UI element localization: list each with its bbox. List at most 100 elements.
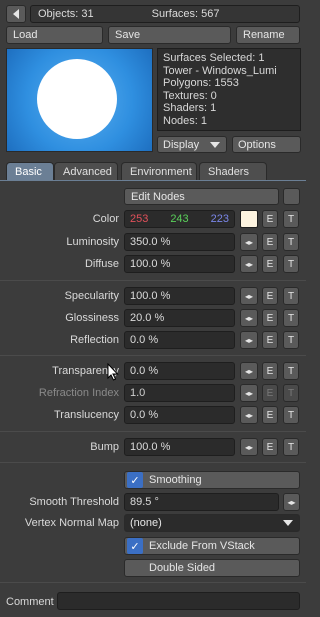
color-field[interactable]: 253 243 223 xyxy=(124,210,235,228)
translucency-texture-button[interactable]: T xyxy=(283,406,299,424)
collapse-button[interactable] xyxy=(6,5,26,23)
smooth-threshold-slider[interactable]: ◂▸ xyxy=(283,493,300,511)
luminosity-field[interactable]: 350.0 % xyxy=(124,233,235,251)
rename-button[interactable]: Rename xyxy=(236,26,300,44)
options-button[interactable]: Options xyxy=(232,136,301,153)
specularity-field[interactable]: 100.0 % xyxy=(124,287,235,305)
e-label: E xyxy=(266,290,274,302)
tab-basic[interactable]: Basic xyxy=(6,162,54,180)
chevron-down-icon xyxy=(210,141,220,148)
smooth-threshold-field[interactable]: 89.5 ° xyxy=(124,493,279,511)
reflection-slider-button[interactable]: ◂▸ xyxy=(240,331,258,349)
divider xyxy=(0,355,306,356)
surface-preview[interactable] xyxy=(6,48,153,152)
glossiness-envelope-button[interactable]: E xyxy=(262,309,278,327)
tab-advanced[interactable]: Advanced xyxy=(54,162,118,180)
smoothing-checkbox[interactable]: ✓ Smoothing xyxy=(124,471,300,489)
e-label: E xyxy=(266,441,274,453)
refraction-slider-button[interactable]: ◂▸ xyxy=(240,384,258,402)
t-label: T xyxy=(287,409,295,421)
tab-label: Environment xyxy=(130,165,192,178)
diffuse-value: 100.0 % xyxy=(130,258,171,270)
t-label: T xyxy=(287,387,295,399)
t-label: T xyxy=(287,441,295,453)
diffuse-label: Diffuse xyxy=(84,258,119,270)
specularity-slider-button[interactable]: ◂▸ xyxy=(240,287,258,305)
e-label: E xyxy=(266,409,274,421)
bump-envelope-button[interactable]: E xyxy=(262,438,278,456)
t-label: T xyxy=(287,258,295,270)
info-line: Tower - Windows_Lumi xyxy=(163,64,277,77)
transparency-slider-button[interactable]: ◂▸ xyxy=(240,362,258,380)
bump-field[interactable]: 100.0 % xyxy=(124,438,235,456)
luminosity-slider-button[interactable]: ◂▸ xyxy=(240,233,258,251)
triangle-left-icon xyxy=(13,9,19,19)
t-label: T xyxy=(287,312,295,324)
diffuse-texture-button[interactable]: T xyxy=(283,255,299,273)
bump-texture-button[interactable]: T xyxy=(283,438,299,456)
color-texture-button[interactable]: T xyxy=(283,210,299,228)
load-button[interactable]: Load xyxy=(6,26,103,44)
specularity-envelope-button[interactable]: E xyxy=(262,287,278,305)
reflection-label: Reflection xyxy=(70,334,119,346)
e-label: E xyxy=(266,334,274,346)
display-dropdown[interactable]: Display xyxy=(157,136,227,153)
comment-label: Comment xyxy=(6,596,54,608)
comment-input[interactable] xyxy=(57,592,300,610)
exclude-vstack-label: Exclude From VStack xyxy=(149,540,255,552)
info-line: Shaders: 1 xyxy=(163,102,217,114)
reflection-value: 0.0 % xyxy=(130,334,159,346)
info-line: Polygons: 1553 xyxy=(163,77,239,89)
mouse-cursor-icon xyxy=(107,363,119,381)
t-label: T xyxy=(287,290,295,302)
surfaces-count: Surfaces: 567 xyxy=(151,8,220,20)
luminosity-value: 350.0 % xyxy=(130,236,171,248)
reflection-texture-button[interactable]: T xyxy=(283,331,299,349)
luminosity-envelope-button[interactable]: E xyxy=(262,233,278,251)
reflection-field[interactable]: 0.0 % xyxy=(124,331,235,349)
tab-label: Advanced xyxy=(63,165,112,178)
divider xyxy=(0,582,306,583)
tab-environment[interactable]: Environment xyxy=(121,162,197,180)
diffuse-slider-button[interactable]: ◂▸ xyxy=(240,255,258,273)
reflection-envelope-button[interactable]: E xyxy=(262,331,278,349)
refraction-field[interactable]: 1.0 xyxy=(124,384,235,402)
vertex-normal-map-dropdown[interactable]: (none) xyxy=(124,514,300,532)
color-envelope-button[interactable]: E xyxy=(262,210,278,228)
translucency-envelope-button[interactable]: E xyxy=(262,406,278,424)
slider-arrows-icon: ◂▸ xyxy=(244,291,254,301)
diffuse-field[interactable]: 100.0 % xyxy=(124,255,235,273)
empty-check-icon xyxy=(127,560,143,576)
color-swatch[interactable] xyxy=(240,210,258,228)
tab-shaders[interactable]: Shaders xyxy=(199,162,267,180)
glossiness-field[interactable]: 20.0 % xyxy=(124,309,235,327)
edit-nodes-button[interactable]: Edit Nodes xyxy=(124,188,279,205)
specularity-label: Specularity xyxy=(64,290,119,302)
glossiness-slider-button[interactable]: ◂▸ xyxy=(240,309,258,327)
refraction-label: Refraction Index xyxy=(38,387,119,399)
color-green-value[interactable]: 243 xyxy=(170,213,188,225)
specularity-texture-button[interactable]: T xyxy=(283,287,299,305)
bump-slider-button[interactable]: ◂▸ xyxy=(240,438,258,456)
chevron-down-icon xyxy=(283,520,293,526)
color-red-value[interactable]: 253 xyxy=(130,213,148,225)
glossiness-texture-button[interactable]: T xyxy=(283,309,299,327)
translucency-field[interactable]: 0.0 % xyxy=(124,406,235,424)
double-sided-checkbox[interactable]: Double Sided xyxy=(124,559,300,577)
translucency-slider-button[interactable]: ◂▸ xyxy=(240,406,258,424)
vertex-normal-map-value: (none) xyxy=(130,517,162,529)
color-blue-value[interactable]: 223 xyxy=(211,213,229,225)
luminosity-texture-button[interactable]: T xyxy=(283,233,299,251)
diffuse-envelope-button[interactable]: E xyxy=(262,255,278,273)
transparency-field[interactable]: 0.0 % xyxy=(124,362,235,380)
info-line: Textures: 0 xyxy=(163,89,217,102)
transparency-label: Transparency xyxy=(52,365,119,377)
exclude-vstack-checkbox[interactable]: ✓ Exclude From VStack xyxy=(124,537,300,555)
e-label: E xyxy=(266,213,274,225)
edit-nodes-extra-button[interactable] xyxy=(283,188,300,205)
slider-arrows-icon: ◂▸ xyxy=(287,497,296,507)
transparency-envelope-button[interactable]: E xyxy=(262,362,278,380)
save-button[interactable]: Save xyxy=(108,26,231,44)
divider xyxy=(0,462,306,463)
transparency-texture-button[interactable]: T xyxy=(283,362,299,380)
